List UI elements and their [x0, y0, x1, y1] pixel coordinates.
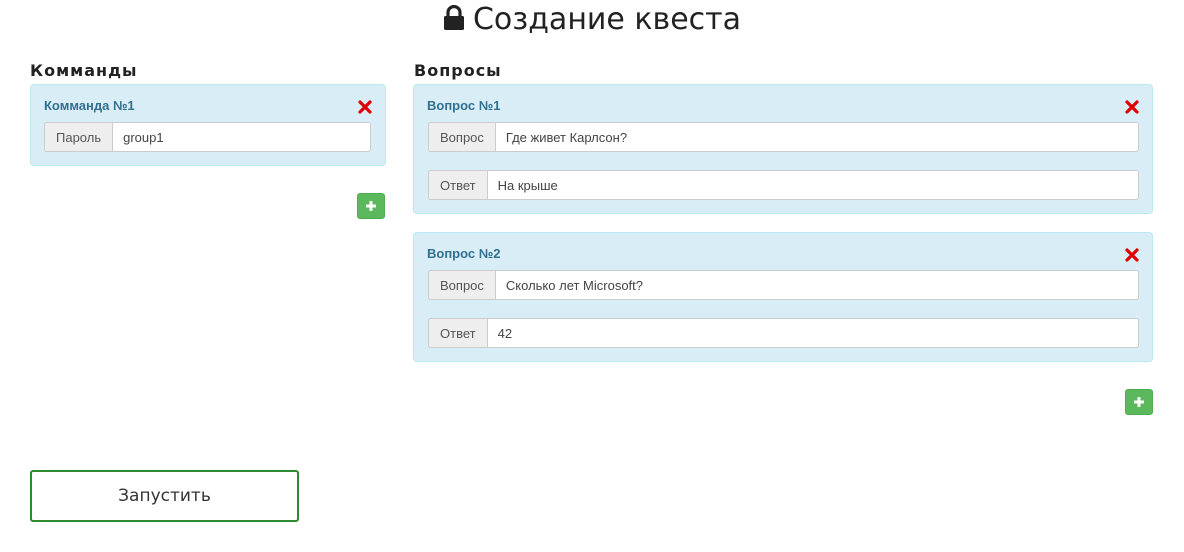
add-team-button[interactable] — [357, 193, 385, 219]
answer-field[interactable] — [486, 318, 1139, 348]
question-card-title: Вопрос №1 — [427, 98, 501, 113]
question-label: Вопрос — [428, 122, 495, 152]
question-text-group: Вопрос — [428, 122, 1139, 152]
plus-icon — [366, 201, 376, 211]
team-card: Комманда №1 Пароль — [30, 84, 386, 166]
run-button[interactable]: Запустить — [30, 470, 299, 522]
page-title: Создание квеста — [0, 2, 1184, 40]
delete-team-remove-icon[interactable] — [358, 100, 372, 114]
question-label: Вопрос — [428, 270, 495, 300]
question-card-title: Вопрос №2 — [427, 246, 501, 261]
teams-heading: Комманды — [30, 61, 138, 80]
page-title-text: Создание квеста — [472, 2, 742, 37]
question-text-group: Вопрос — [428, 270, 1139, 300]
answer-field[interactable] — [486, 170, 1139, 200]
team-password-group: Пароль — [44, 122, 371, 152]
lock-icon — [443, 4, 465, 40]
delete-question-remove-icon[interactable] — [1125, 248, 1139, 262]
password-label: Пароль — [44, 122, 113, 152]
answer-group: Ответ — [428, 318, 1139, 348]
answer-label: Ответ — [428, 318, 487, 348]
questions-heading: Вопросы — [414, 61, 502, 80]
question-field[interactable] — [494, 270, 1139, 300]
delete-question-remove-icon[interactable] — [1125, 100, 1139, 114]
plus-icon — [1134, 397, 1144, 407]
answer-group: Ответ — [428, 170, 1139, 200]
team-card-title: Комманда №1 — [44, 98, 135, 113]
question-field[interactable] — [494, 122, 1139, 152]
add-question-button[interactable] — [1125, 389, 1153, 415]
answer-label: Ответ — [428, 170, 487, 200]
question-card: Вопрос №1 Вопрос Ответ — [413, 84, 1153, 214]
question-card: Вопрос №2 Вопрос Ответ — [413, 232, 1153, 362]
password-field[interactable] — [112, 122, 371, 152]
